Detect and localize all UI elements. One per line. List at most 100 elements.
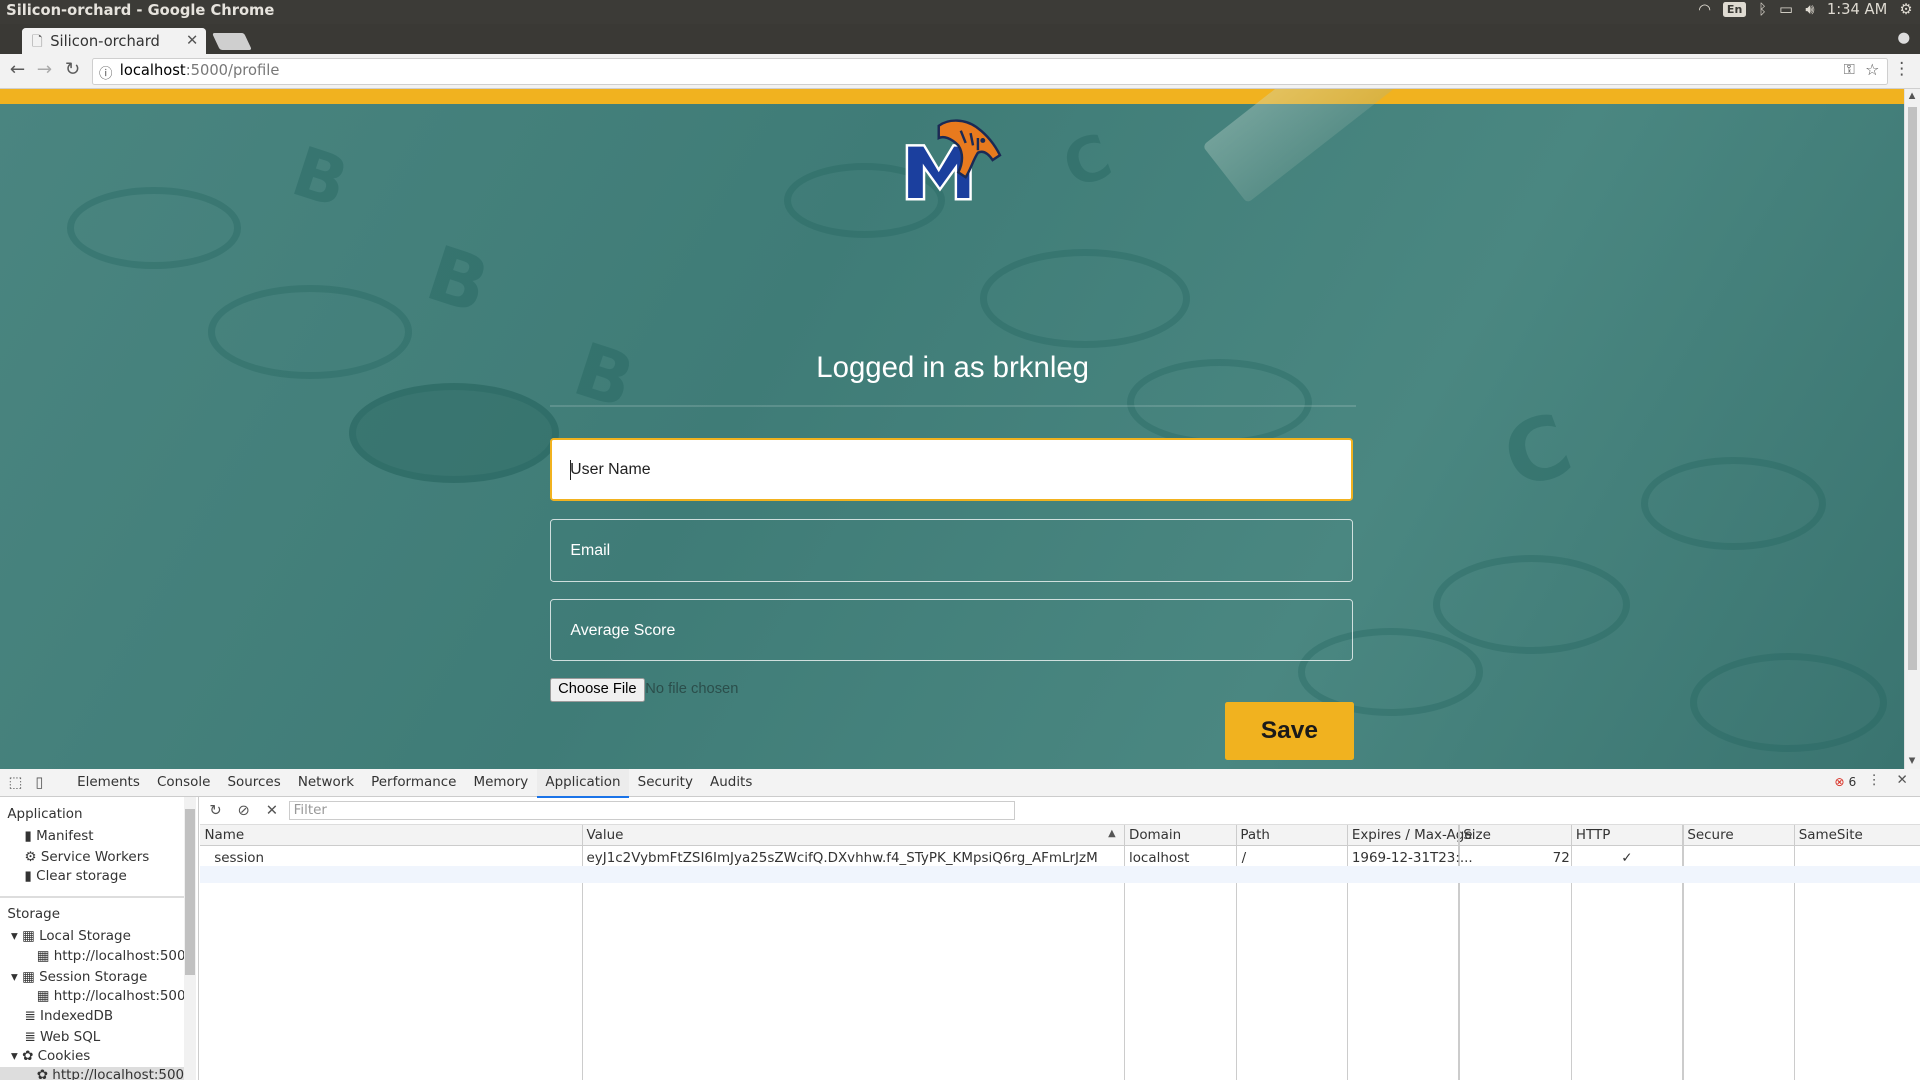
wifi-icon[interactable]: ◠ xyxy=(1698,1,1711,18)
sidebar-scrollbar[interactable] xyxy=(183,797,196,1080)
page-viewport: B B B C C Logged in as brknleg User Name… xyxy=(0,89,1905,769)
sidebar-item-service-workers[interactable]: ⚙ Service Workers xyxy=(24,850,149,865)
tab-memory[interactable]: Memory xyxy=(465,769,537,796)
column-header-http[interactable]: HTTP xyxy=(1576,828,1610,843)
expand-arrow-icon[interactable]: ▾ xyxy=(11,970,18,985)
cookie-value: eyJ1c2VybmFtZSI6ImJya25sZWcifQ.DXvhhw.f4… xyxy=(586,851,1098,866)
sidebar-item-label: Service Workers xyxy=(40,849,150,865)
sidebar-item-indexeddb[interactable]: ≣ IndexedDB xyxy=(24,1009,113,1024)
application-sidebar: Application ▮ Manifest ⚙ Service Workers… xyxy=(0,797,200,1080)
new-tab-button[interactable] xyxy=(211,33,252,51)
tab-elements[interactable]: Elements xyxy=(69,769,149,796)
tab-title: Silicon-orchard xyxy=(50,33,160,51)
gear-icon[interactable]: ⚙ xyxy=(1900,1,1913,18)
cookie-icon: ✿ xyxy=(22,1049,34,1065)
tab-console[interactable]: Console xyxy=(148,769,219,796)
tab-security[interactable]: Security xyxy=(629,769,701,796)
star-icon[interactable]: ☆ xyxy=(1865,60,1879,79)
tab-application[interactable]: Application xyxy=(536,768,630,798)
choose-file-button[interactable]: Choose File xyxy=(549,678,645,703)
column-header-samesite[interactable]: SameSite xyxy=(1799,828,1863,843)
tab-audits[interactable]: Audits xyxy=(701,769,760,796)
tab-sources[interactable]: Sources xyxy=(219,769,289,796)
average-score-input[interactable]: Average Score xyxy=(549,598,1354,662)
column-header-value[interactable]: Value xyxy=(587,828,624,843)
sidebar-item-label: Session Storage xyxy=(39,969,148,985)
background-bubble xyxy=(1689,652,1888,753)
column-header-path[interactable]: Path xyxy=(1240,828,1270,843)
bluetooth-icon[interactable]: ᛒ xyxy=(1758,1,1767,18)
browser-toolbar: ← → ↻ ⓘ localhost:5000/profile ⚿ ☆ ⋮ xyxy=(0,53,1920,90)
sidebar-item-label: IndexedDB xyxy=(40,1008,114,1024)
sidebar-item-session-storage[interactable]: ▾ ▦ Session Storage xyxy=(11,970,147,985)
sidebar-item-label: Web SQL xyxy=(40,1029,101,1045)
sidebar-item-label: Manifest xyxy=(36,828,94,844)
username-input[interactable]: User Name xyxy=(549,438,1354,501)
key-icon[interactable]: ⚿ xyxy=(1844,61,1855,78)
background-bubble xyxy=(67,187,241,269)
cookie-toolbar: ↻ ⊘ ✕ Filter xyxy=(199,797,1920,826)
clear-all-icon[interactable]: ⊘ xyxy=(238,802,250,819)
email-input[interactable]: Email xyxy=(549,519,1354,582)
volume-icon[interactable]: 🔊︎ xyxy=(1805,1,1814,18)
cookie-icon: ✿ xyxy=(36,1067,49,1080)
refresh-icon[interactable]: ↻ xyxy=(209,802,221,819)
inspect-element-icon[interactable]: ⬚ xyxy=(9,774,23,791)
tab-performance[interactable]: Performance xyxy=(363,769,465,796)
scroll-up-arrow-icon[interactable]: ▲ xyxy=(1909,91,1916,101)
address-bar[interactable]: ⓘ localhost:5000/profile ⚿ ☆ xyxy=(91,57,1888,86)
column-divider xyxy=(1124,825,1126,1080)
reload-icon[interactable]: ↻ xyxy=(65,59,80,80)
cookie-path: / xyxy=(1241,851,1247,866)
expand-arrow-icon[interactable]: ▾ xyxy=(11,1049,18,1064)
column-header-domain[interactable]: Domain xyxy=(1129,828,1181,843)
browser-menu-icon[interactable]: ⋮ xyxy=(1893,59,1910,79)
sidebar-item-web-sql[interactable]: ≣ Web SQL xyxy=(24,1030,100,1045)
scroll-down-arrow-icon[interactable]: ▼ xyxy=(1909,756,1916,766)
tab-network[interactable]: Network xyxy=(289,769,362,796)
background-bubble xyxy=(979,248,1190,349)
sidebar-item-manifest[interactable]: ▮ Manifest xyxy=(24,829,93,844)
scroll-thumb[interactable] xyxy=(1907,106,1918,670)
error-count: 6 xyxy=(1848,775,1857,790)
application-section-header: Application xyxy=(7,806,83,822)
column-divider xyxy=(1793,825,1796,1080)
column-header-size[interactable]: Size xyxy=(1463,828,1491,843)
sidebar-item-local-storage-origin[interactable]: ▦ http://localhost:5000 xyxy=(37,949,194,964)
column-header-name[interactable]: Name xyxy=(204,828,244,843)
sidebar-scroll-thumb[interactable] xyxy=(184,809,195,975)
sidebar-item-clear-storage[interactable]: ▮ Clear storage xyxy=(24,869,126,884)
sidebar-item-cookies-origin[interactable]: ✿ http://localhost:5000 xyxy=(37,1068,193,1080)
error-counter[interactable]: ⊗ 6 xyxy=(1834,775,1856,789)
column-header-secure[interactable]: Secure xyxy=(1687,828,1733,843)
database-icon: ≣ xyxy=(24,1029,36,1045)
device-toolbar-icon[interactable]: ▯ xyxy=(36,774,44,791)
sidebar-item-cookies[interactable]: ▾ ✿ Cookies xyxy=(11,1049,90,1064)
back-icon[interactable]: ← xyxy=(10,59,25,80)
sidebar-item-session-storage-origin[interactable]: ▦ http://localhost:5000 xyxy=(37,989,194,1004)
expand-arrow-icon[interactable]: ▾ xyxy=(11,929,18,944)
background-letter: B xyxy=(416,229,499,332)
save-button[interactable]: Save xyxy=(1224,701,1355,761)
battery-icon[interactable]: ▭ xyxy=(1779,1,1793,18)
column-divider xyxy=(1235,825,1237,1080)
info-icon[interactable]: ⓘ xyxy=(99,62,112,82)
page-scrollbar[interactable]: ▲ ▼ xyxy=(1904,89,1920,769)
delete-selected-icon[interactable]: ✕ xyxy=(266,802,278,819)
column-divider xyxy=(1346,825,1349,1080)
keyboard-layout-indicator[interactable]: En xyxy=(1723,2,1746,18)
more-options-icon[interactable]: ⋮ xyxy=(1867,773,1880,788)
profile-icon[interactable]: ● xyxy=(1897,29,1910,46)
forward-icon[interactable]: → xyxy=(37,59,52,80)
sidebar-item-local-storage[interactable]: ▾ ▦ Local Storage xyxy=(11,929,131,944)
close-tab-icon[interactable]: ✕ xyxy=(186,32,198,49)
background-pencil xyxy=(1201,89,1905,205)
tab-strip: 🗋︎ Silicon-orchard ✕ ● xyxy=(0,24,1920,54)
column-header-expires[interactable]: Expires / Max-Age xyxy=(1352,828,1473,843)
filter-input[interactable]: Filter xyxy=(288,800,1015,820)
clock[interactable]: 1:34 AM xyxy=(1827,1,1887,18)
cookie-table: Name Value ▲ Domain Path Expires / Max-A… xyxy=(199,825,1920,1080)
devtools-panel: ⬚ ▯ Elements Console Sources Network Per… xyxy=(0,768,1920,1080)
browser-tab[interactable]: 🗋︎ Silicon-orchard ✕ xyxy=(22,28,206,54)
close-devtools-icon[interactable]: ✕ xyxy=(1897,773,1908,788)
